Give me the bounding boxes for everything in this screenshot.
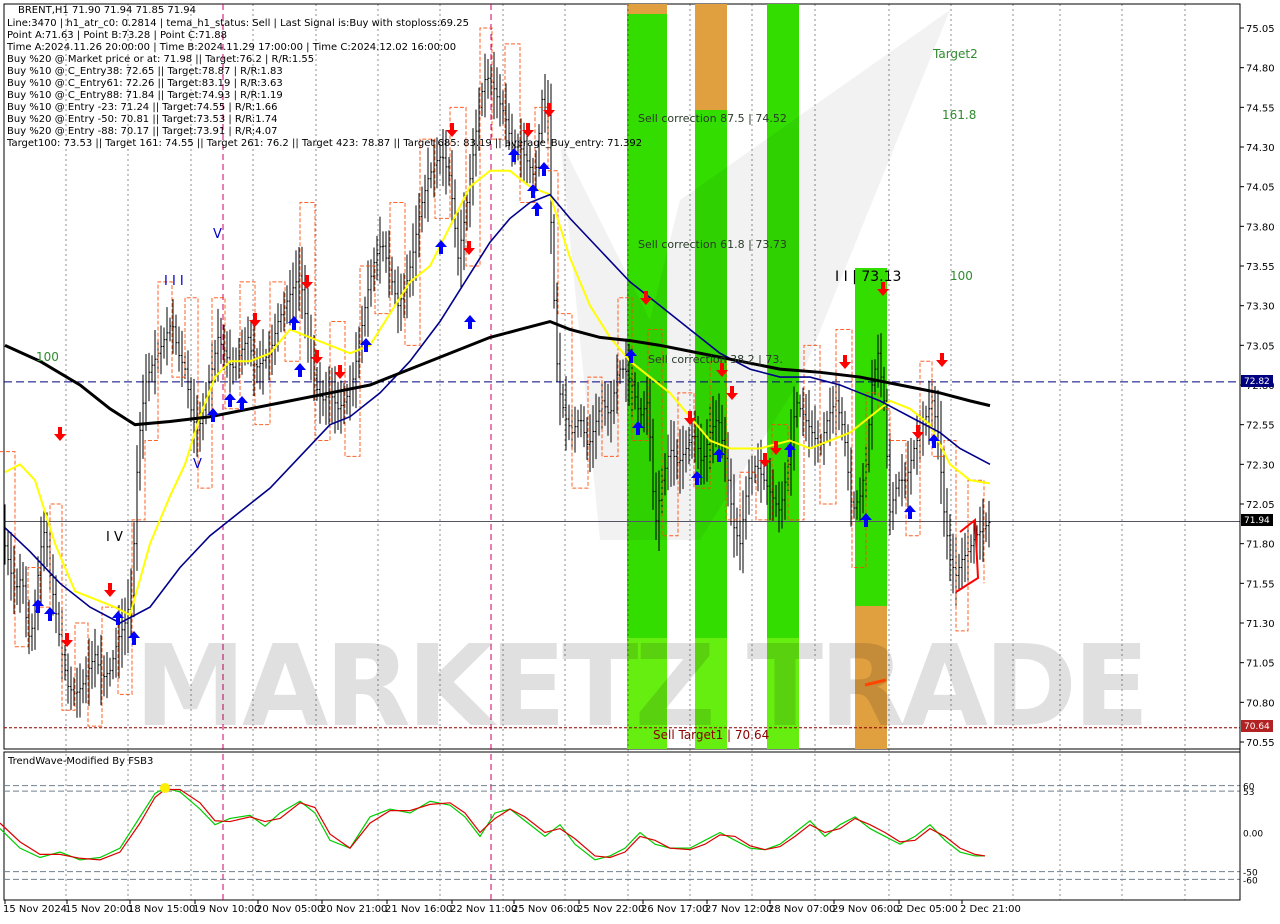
price-tick-label: 73.05 [1246, 341, 1275, 352]
time-tick-label: 27 Nov 12:00 [705, 904, 772, 915]
correction-zone [695, 4, 727, 110]
price-tick-label: 73.55 [1246, 262, 1275, 273]
wave-v-top-label: V [213, 227, 222, 242]
time-tick-label: 20 Nov 21:00 [320, 904, 387, 915]
price-tick-label: 70.80 [1246, 698, 1275, 709]
price-tick-label: 74.05 [1246, 183, 1275, 194]
time-tick-label: 29 Nov 06:00 [832, 904, 899, 915]
price-tick-label: 70.55 [1246, 738, 1275, 749]
time-tick-label: 2 Dec 21:00 [960, 904, 1021, 915]
correction-zone [855, 268, 887, 606]
fib-1618-label: 161.8 [942, 108, 976, 122]
time-tick-label: 26 Nov 17:00 [641, 904, 708, 915]
osc-tick-label: -60 [1243, 876, 1258, 886]
osc-tick-label: 0.00 [1243, 830, 1263, 840]
time-tick-label: 22 Nov 11:00 [450, 904, 517, 915]
info-line: Target100: 73.53 || Target 161: 74.55 ||… [6, 138, 642, 149]
price-tick-label: 72.30 [1246, 460, 1275, 471]
time-tick-label: 18 Nov 15:00 [128, 904, 195, 915]
time-tick-label: 19 Nov 10:00 [193, 904, 260, 915]
price-tick-label: 74.55 [1246, 103, 1275, 114]
badge-current-text: 71.94 [1244, 516, 1270, 526]
price-axis: 75.05 74.80 74.55 74.30 74.05 73.80 73.55 73.30… [1239, 4, 1275, 900]
price-tick-label: 71.55 [1246, 579, 1275, 590]
info-line: Line:3470 | h1_atr_c0: 0.2814 | tema_h1_… [7, 18, 469, 29]
indicator-plot-frame [3, 751, 1241, 901]
price-tick-label: 71.30 [1246, 619, 1275, 630]
osc-tick-label: 53 [1243, 788, 1254, 798]
sell-correction-382-label: Sell correction 38.2 | 73. [648, 353, 783, 366]
time-tick-label: 28 Nov 07:00 [768, 904, 835, 915]
wave-iii-label: I I I [164, 274, 184, 289]
indicator-title: TrendWave-Modified By FSB3 [7, 756, 153, 767]
target2-label: Target2 [932, 47, 978, 61]
badge-70-64: 70.64 [1241, 720, 1273, 732]
badge-current: 71.94 [1241, 514, 1273, 526]
badge-72-82: 72.82 [1241, 375, 1273, 387]
time-tick-label: 15 Nov 20:00 [65, 904, 132, 915]
price-tick-label: 72.55 [1246, 421, 1275, 432]
sell-correction-875-label: Sell correction 87.5 | 74.52 [638, 112, 787, 125]
price-tick-label: 72.05 [1246, 500, 1275, 511]
price-tick-label: 74.30 [1246, 143, 1275, 154]
info-line: Buy %10 @ C_Entry88: 71.84 || Target:74.… [7, 90, 283, 101]
info-line: Time A:2024.11.26 20:00:00 | Time B:2024… [6, 42, 456, 53]
wave-iv-label: I V [106, 530, 123, 545]
sell-correction-618-label: Sell correction 61.8 | 73.73 [638, 238, 787, 251]
sell-target1-label: Sell Target1 | 70.64 [653, 728, 769, 742]
price-tick-label: 74.80 [1246, 64, 1275, 75]
watermark: MARKETZ TRADE [134, 622, 1145, 752]
symbol-line: BRENT,H1 71.90 71.94 71.85 71.94 [18, 5, 196, 16]
info-line: Buy %10 @ C_Entry61: 72.26 || Target:83.… [7, 78, 283, 89]
wave-v-bottom-label: V [193, 457, 202, 472]
price-tick-label: 75.05 [1246, 24, 1275, 35]
info-line: Buy %10 @ Entry -23: 71.24 || Target:74.… [7, 102, 278, 113]
time-tick-label: 21 Nov 16:00 [385, 904, 452, 915]
osc-signal-dot [160, 782, 170, 793]
info-line: Buy %20 @ Market price or at: 71.98 || T… [7, 54, 314, 65]
time-tick-label: 20 Nov 05:00 [256, 904, 323, 915]
price-tick-label: 71.80 [1246, 540, 1275, 551]
time-tick-label: 25 Nov 06:00 [512, 904, 579, 915]
badge-72-82-text: 72.82 [1244, 377, 1270, 387]
info-line: Buy %20 @ Entry -50: 70.81 || Target:73.… [7, 114, 278, 125]
fib-100-left-label: 100 [36, 350, 59, 364]
time-tick-label: 2 Dec 05:00 [897, 904, 958, 915]
point-b-label: I I | 73.13 [835, 269, 901, 285]
info-line: Point A:71.63 | Point B:73.28 | Point C:… [7, 30, 227, 41]
time-tick-label: 15 Nov 2024 [3, 904, 67, 915]
chart-root: MARKETZ TRADE Sell correction 87.5 | 74.… [0, 0, 1280, 920]
badge-70-64-text: 70.64 [1244, 722, 1270, 732]
time-axis: 15 Nov 202415 Nov 20:0018 Nov 15:0019 No… [3, 900, 1021, 915]
chart-canvas[interactable]: MARKETZ TRADE Sell correction 87.5 | 74.… [0, 0, 1280, 920]
price-tick-label: 71.05 [1246, 659, 1275, 670]
fib-100-right-label: 100 [950, 269, 973, 283]
time-tick-label: 25 Nov 22:00 [577, 904, 644, 915]
info-line: Buy %10 @ C_Entry38: 72.65 || Target:78.… [7, 66, 283, 77]
price-tick-label: 73.30 [1246, 302, 1275, 313]
info-line: Buy %20 @ Entry -88: 70.17 || Target:73.… [7, 126, 278, 137]
price-tick-label: 73.80 [1246, 222, 1275, 233]
correction-zone [627, 4, 667, 14]
